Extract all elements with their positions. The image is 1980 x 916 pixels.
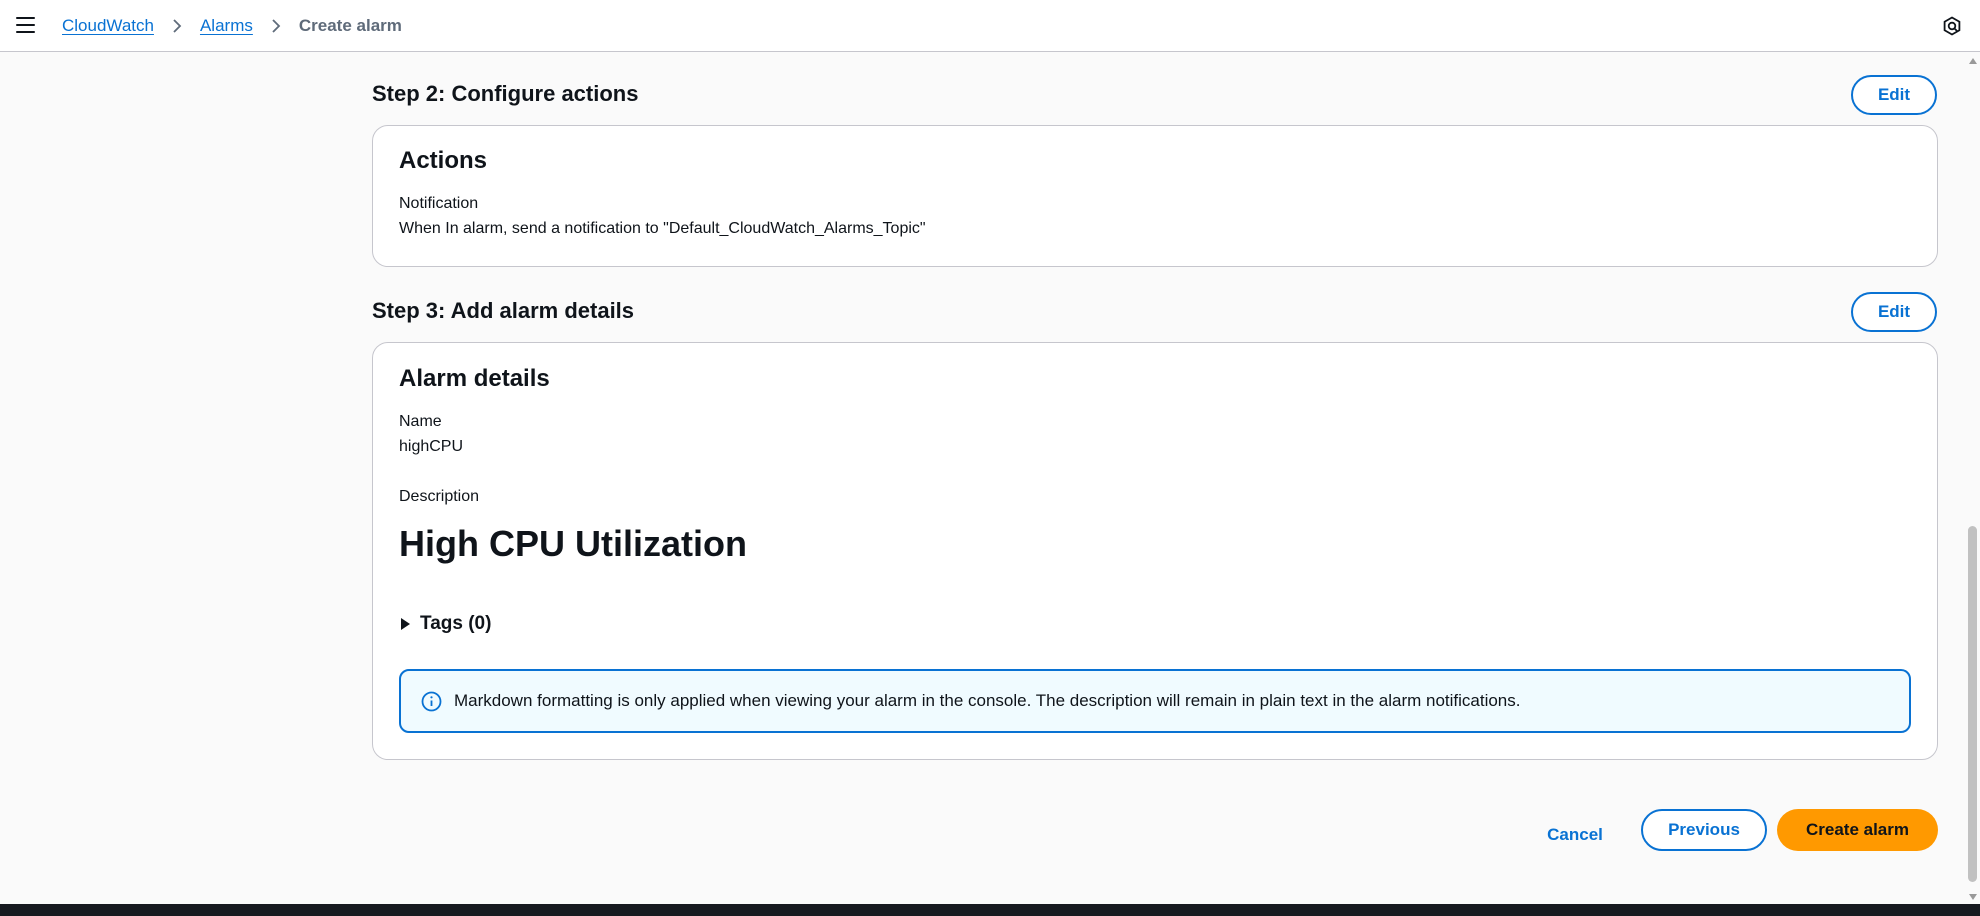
info-icon	[421, 691, 442, 712]
description-value: High CPU Utilization	[399, 523, 747, 564]
description-label: Description	[399, 488, 480, 505]
create-alarm-button[interactable]: Create alarm	[1777, 809, 1938, 851]
bottom-bar	[0, 904, 1980, 916]
help-icon[interactable]	[1942, 16, 1962, 36]
alarm-details-card-title: Alarm details	[399, 365, 550, 392]
step2-title: Step 2: Configure actions	[372, 81, 639, 106]
tags-expander[interactable]: Tags (0)	[399, 613, 491, 635]
caret-right-icon	[401, 618, 410, 630]
scrollbar-thumb[interactable]	[1968, 526, 1977, 882]
scroll-down-arrow-icon[interactable]	[1969, 894, 1977, 900]
breadcrumb: CloudWatch Alarms Create alarm	[62, 16, 402, 36]
scroll-up-arrow-icon[interactable]	[1969, 58, 1977, 64]
notification-value: When In alarm, send a notification to "D…	[399, 220, 926, 237]
tags-label: Tags (0)	[420, 613, 492, 634]
chevron-right-icon	[271, 18, 281, 34]
previous-button[interactable]: Previous	[1641, 809, 1767, 851]
notification-label: Notification	[399, 195, 479, 212]
info-alert: Markdown formatting is only applied when…	[399, 669, 1911, 733]
breadcrumb-alarms[interactable]: Alarms	[200, 16, 253, 36]
vertical-scrollbar[interactable]	[1965, 52, 1980, 904]
alarm-details-card: Alarm details Name highCPU Description H…	[372, 342, 1938, 760]
actions-card-title: Actions	[399, 147, 488, 174]
name-label: Name	[399, 413, 442, 430]
top-navigation: CloudWatch Alarms Create alarm	[0, 0, 1980, 52]
step3-title: Step 3: Add alarm details	[372, 298, 635, 323]
cancel-button[interactable]: Cancel	[1530, 815, 1620, 855]
name-value: highCPU	[399, 438, 464, 455]
actions-card: Actions Notification When In alarm, send…	[372, 125, 1938, 267]
menu-icon[interactable]	[16, 17, 35, 34]
step3-edit-button[interactable]: Edit	[1851, 292, 1937, 332]
step2-edit-button[interactable]: Edit	[1851, 75, 1937, 115]
info-text: Markdown formatting is only applied when…	[454, 691, 1521, 710]
chevron-right-icon	[172, 18, 182, 34]
breadcrumb-cloudwatch[interactable]: CloudWatch	[62, 16, 154, 36]
breadcrumb-current: Create alarm	[298, 16, 402, 35]
